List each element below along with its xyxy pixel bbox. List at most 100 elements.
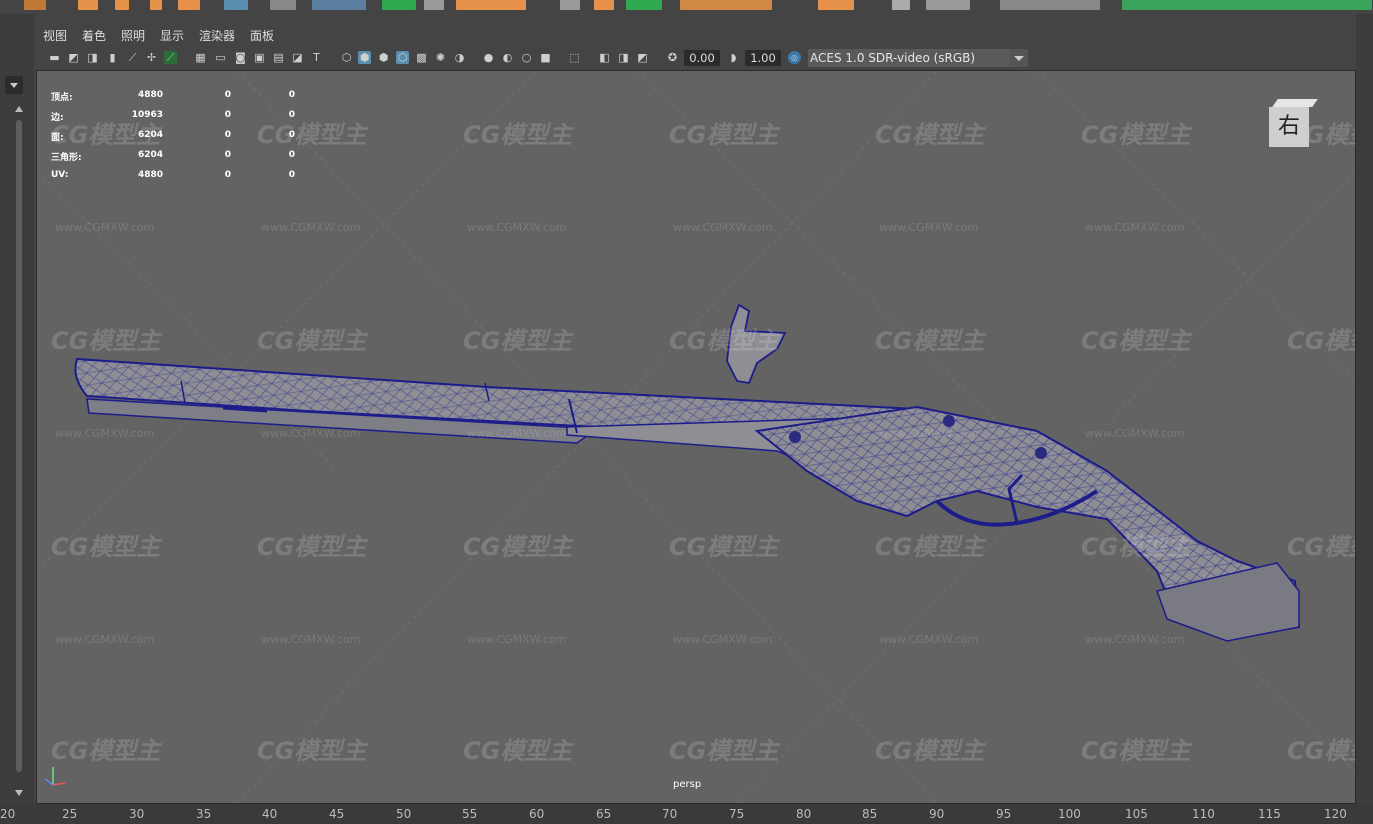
scroll-up-icon[interactable] [15,106,23,112]
shelf-icon[interactable] [270,0,296,10]
watermark-url: www.CGMXW.com [1085,633,1185,646]
timeline-tick: 70 [662,807,678,821]
xray-icon[interactable]: ◧ [598,51,611,64]
shadows-icon[interactable]: ◑ [453,51,466,64]
watermark-logo: CG模型主 [875,533,985,561]
shelf-icon[interactable] [115,0,129,10]
shelf-icon[interactable] [78,0,98,10]
safe-action-icon[interactable]: ◪ [291,51,304,64]
watermark-logo: CG模型主 [463,327,573,355]
color-management-icon[interactable]: ◎ [788,51,801,64]
time-slider[interactable]: 20 25 30 35 40 45 50 55 60 65 70 75 80 8… [0,804,1373,824]
select-camera-icon[interactable]: ▬ [48,51,61,64]
gate-mask-icon[interactable]: ▣ [253,51,266,64]
left-side-panel [0,14,34,804]
exposure-field[interactable]: 0.00 [684,50,720,66]
screen-space-ao-icon[interactable]: ● [482,51,495,64]
shelf-icon[interactable] [456,0,526,10]
wireframe-on-shaded-icon[interactable]: ⬡ [396,51,409,64]
view-cube-top[interactable] [1272,99,1318,107]
motion-blur-icon[interactable]: ◐ [501,51,514,64]
shelf-icon[interactable] [892,0,910,10]
shelf-icon[interactable] [312,0,366,10]
grease-pencil-icon[interactable]: ✢ [145,51,158,64]
color-space-label: ACES 1.0 SDR-video (sRGB) [810,51,976,65]
image-plane-icon[interactable]: ▮ [106,51,119,64]
anti-aliasing-icon[interactable]: ○ [520,51,533,64]
chevron-down-icon[interactable] [1010,49,1028,67]
grid-icon[interactable]: ▦ [194,51,207,64]
default-material-icon[interactable]: ⬢ [377,51,390,64]
hud-label: 三角形: [51,153,82,163]
watermark-url: www.CGMXW.com [261,633,361,646]
shelf-icon[interactable] [24,0,46,10]
shelf-icon[interactable] [1000,0,1100,10]
shelf-icon[interactable] [424,0,444,10]
menu-panels[interactable]: 面板 [250,27,274,44]
menu-renderer[interactable]: 渲染器 [199,27,235,44]
shelf-icon[interactable] [224,0,248,10]
watermark-url: www.CGMXW.com [467,633,567,646]
xray-joints-icon[interactable]: ◨ [617,51,630,64]
watermark-url: www.CGMXW.com [673,633,773,646]
timeline-tick: 75 [729,807,745,821]
menu-view[interactable]: 视图 [43,27,67,44]
shelf-icon[interactable] [1122,0,1372,10]
view-cube-face[interactable]: 右 [1269,107,1309,147]
depth-of-field-icon[interactable]: ■ [539,51,552,64]
resolution-gate-icon[interactable]: ◙ [234,51,247,64]
gamma-icon[interactable]: ◗ [727,51,740,64]
hud-value: 0 [224,110,231,120]
hud-label: 顶点: [51,93,73,103]
shelf-icon[interactable] [560,0,580,10]
shelf-icon[interactable] [680,0,772,10]
shelf-icon[interactable] [150,0,162,10]
film-gate-icon[interactable]: ▭ [214,51,227,64]
grease-pencil-active-icon[interactable]: ⟋ [164,51,177,64]
watermark-logo: CG模型主 [257,737,367,765]
wireframe-icon[interactable]: ⬡ [340,51,353,64]
hud-value: 0 [224,150,231,160]
model-panel: 视图 着色 照明 显示 渲染器 面板 ▬ ◩ ◨ ▮ ⟋ ✢ ⟋ ▦ ▭ ◙ ▣… [34,22,1356,804]
shelf-icon[interactable] [818,0,854,10]
scrollbar-thumb[interactable] [16,120,22,772]
timeline-tick: 100 [1058,807,1081,821]
scroll-down-icon[interactable] [15,790,23,796]
textured-icon[interactable]: ▩ [415,51,428,64]
exposure-icon[interactable]: ✪ [666,51,679,64]
gamma-field[interactable]: 1.00 [745,50,781,66]
bookmark-icon[interactable]: ◨ [86,51,99,64]
view-cube[interactable]: 右 [1267,99,1318,149]
menu-lighting[interactable]: 照明 [121,27,145,44]
timeline-tick: 90 [929,807,945,821]
lights-icon[interactable]: ✺ [434,51,447,64]
watermark-url: www.CGMXW.com [879,427,979,440]
timeline-tick: 40 [262,807,278,821]
watermark-url: www.CGMXW.com [261,427,361,440]
shelf-icon[interactable] [382,0,416,10]
xray-components-icon[interactable]: ◩ [636,51,649,64]
watermark-logo: CG模型主 [1287,533,1355,561]
timeline-tick: 105 [1125,807,1148,821]
two-d-pan-icon[interactable]: ⟋ [126,51,139,64]
shelf-icon[interactable] [594,0,614,10]
color-space-dropdown[interactable]: ACES 1.0 SDR-video (sRGB) [808,49,1028,67]
shelf-icon[interactable] [178,0,200,10]
vertical-scrollbar[interactable] [14,106,24,796]
shelf-icon[interactable] [626,0,662,10]
smooth-shade-icon[interactable]: ⬢ [358,51,371,64]
watermark-logo: CG模型主 [1081,737,1191,765]
menu-show[interactable]: 显示 [160,27,184,44]
isolate-select-icon[interactable]: ⬚ [568,51,581,64]
viewport-3d[interactable]: 顶点: 4880 0 0 边: 10963 0 0 面: 6204 0 0 三角… [36,70,1356,804]
safe-title-icon[interactable]: T [310,51,323,64]
field-chart-icon[interactable]: ▤ [272,51,285,64]
menu-shading[interactable]: 着色 [82,27,106,44]
watermark-logo: CG模型主 [1081,327,1191,355]
shelf-icon[interactable] [926,0,970,10]
watermark-logo: CG模型主 [669,327,779,355]
watermark-logo: CG模型主 [669,533,779,561]
hud-value: 4880 [137,170,163,180]
camera-attributes-icon[interactable]: ◩ [67,51,80,64]
panel-dropdown[interactable] [5,76,23,94]
